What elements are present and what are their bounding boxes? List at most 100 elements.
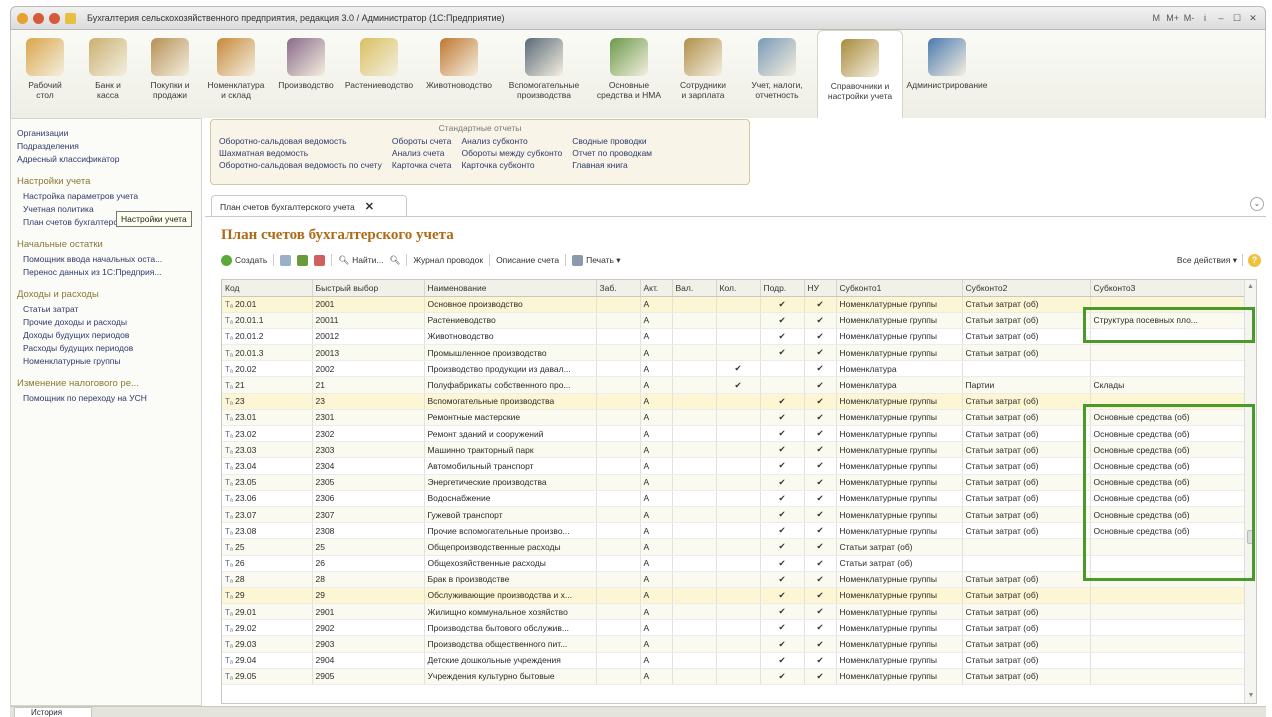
window-control-1[interactable]: M+: [1166, 13, 1179, 23]
table-row[interactable]: Tₐ 21 21 Полуфабрикаты собственного про...…: [222, 376, 1247, 394]
history-button[interactable]: История: [14, 707, 92, 717]
tab-chart-of-accounts[interactable]: План счетов бухгалтерского учета ✕: [211, 195, 407, 217]
table-row[interactable]: Tₐ 23 23 Вспомогательные производства А ✔ ✔ Но…: [222, 393, 1247, 410]
report-link[interactable]: Отчет по проводкам: [572, 147, 652, 159]
accounts-table[interactable]: Код Быстрый выбор Наименование Заб. Акт. Вал.…: [221, 279, 1257, 704]
close-icon[interactable]: ✕: [365, 200, 374, 213]
journal-button[interactable]: Журнал проводок: [413, 255, 483, 265]
section-books[interactable]: Справочники и настройки учета: [817, 30, 903, 118]
table-row[interactable]: Tₐ 26 26 Общехозяйственные расходы А ✔ ✔ Стать…: [222, 555, 1247, 572]
section-employees[interactable]: Сотрудники и зарплата: [669, 30, 737, 118]
column-header[interactable]: НУ: [804, 280, 837, 297]
scroll-thumb[interactable]: [1247, 530, 1254, 544]
table-row[interactable]: Tₐ 23.08 2308 Прочие вспомогательные произ…: [222, 522, 1247, 540]
nav-item[interactable]: Номенклатурные группы: [17, 355, 195, 368]
edit-icon[interactable]: [297, 254, 309, 266]
column-header[interactable]: Подр.: [760, 280, 805, 297]
table-row[interactable]: Tₐ 25 25 Общепроизводственные расходы А ✔ ✔ Ст…: [222, 538, 1247, 556]
nav-item[interactable]: Помощник ввода начальных оста...: [17, 253, 195, 266]
report-link[interactable]: Обороты счета: [392, 135, 452, 147]
help-icon[interactable]: ?: [1248, 253, 1261, 267]
nav-item[interactable]: Настройка параметров учета: [17, 190, 195, 203]
table-row[interactable]: Tₐ 20.02 2002 Производство продукции из да…: [222, 360, 1247, 378]
copy-icon[interactable]: [280, 254, 292, 266]
column-header[interactable]: Код: [222, 280, 313, 297]
section-truck[interactable]: Покупки и продажи: [141, 30, 199, 118]
all-actions-button[interactable]: Все действия ▾: [1177, 255, 1237, 266]
section-wheat[interactable]: Растениеводство: [339, 30, 419, 118]
nav-item[interactable]: Доходы будущих периодов: [17, 329, 195, 342]
nav-item[interactable]: Прочие доходы и расходы: [17, 316, 195, 329]
back-icon[interactable]: [33, 12, 44, 24]
find-button[interactable]: 🔍︎ Найти...: [338, 255, 383, 266]
section-warehouse[interactable]: Номенклатура и склад: [199, 30, 273, 118]
nav-item[interactable]: Подразделения: [17, 140, 195, 153]
column-header[interactable]: Быстрый выбор: [312, 280, 425, 297]
chevron-down-icon[interactable]: ⌄: [1250, 197, 1264, 211]
window-control-0[interactable]: M: [1150, 13, 1162, 23]
window-control-5[interactable]: ☐: [1231, 13, 1243, 24]
nav-item[interactable]: Помощник по переходу на УСН: [17, 392, 195, 405]
table-row[interactable]: Tₐ 29 29 Обслуживающие производства и х...…: [222, 587, 1247, 605]
table-row[interactable]: Tₐ 20.01.3 20013 Промышленное производство…: [222, 344, 1247, 362]
column-header[interactable]: Акт.: [640, 280, 673, 297]
report-link[interactable]: Анализ субконто: [461, 135, 562, 147]
report-link[interactable]: Оборотно-сальдовая ведомость: [219, 135, 382, 147]
report-link[interactable]: Главная книга: [572, 159, 652, 171]
report-link[interactable]: Обороты между субконто: [461, 147, 562, 159]
nav-item[interactable]: Организации: [17, 127, 195, 140]
table-row[interactable]: Tₐ 23.03 2303 Машинно тракторный парк А ✔ ✔ Но…: [222, 441, 1247, 459]
report-link[interactable]: Сводные проводки: [572, 135, 652, 147]
table-row[interactable]: Tₐ 29.04 2904 Детские дошкольные учреждени…: [222, 652, 1247, 669]
app-logo-icon[interactable]: [17, 12, 28, 24]
nav-item[interactable]: Расходы будущих периодов: [17, 342, 195, 355]
report-link[interactable]: Карточка счета: [392, 159, 452, 171]
print-button[interactable]: Печать ▾: [572, 254, 621, 266]
nav-item[interactable]: Статьи затрат: [17, 303, 195, 316]
column-header[interactable]: Заб.: [596, 280, 641, 297]
table-row[interactable]: Tₐ 23.02 2302 Ремонт зданий и сооружений А ✔…: [222, 425, 1247, 443]
table-row[interactable]: Tₐ 23.06 2306 Водоснабжение А ✔ ✔ Номенклатурн…: [222, 490, 1247, 507]
create-button[interactable]: Создать: [221, 254, 267, 266]
table-row[interactable]: Tₐ 29.05 2905 Учреждения культурно бытовые…: [222, 668, 1247, 686]
section-tax[interactable]: Учет, налоги, отчетность: [737, 30, 817, 118]
table-row[interactable]: Tₐ 28 28 Брак в производстве А ✔ ✔ Номенклатур…: [222, 571, 1247, 588]
window-control-2[interactable]: M-: [1183, 13, 1195, 23]
section-tractor[interactable]: Вспомогательные производства: [499, 30, 589, 118]
favorites-star-icon[interactable]: [65, 12, 76, 24]
table-row[interactable]: Tₐ 23.04 2304 Автомобильный транспорт А ✔ ✔ Но…: [222, 457, 1247, 475]
delete-icon[interactable]: [314, 254, 326, 266]
account-description-button[interactable]: Описание счета: [496, 255, 559, 265]
table-row[interactable]: Tₐ 20.01 2001 Основное производство А ✔ ✔ Номе…: [222, 296, 1247, 313]
column-header[interactable]: Кол.: [716, 280, 761, 297]
table-row[interactable]: Tₐ 23.05 2305 Энергетические производства А…: [222, 474, 1247, 491]
table-row[interactable]: Tₐ 29.03 2903 Производства общественного п…: [222, 635, 1247, 653]
section-desk[interactable]: Рабочий стол: [15, 30, 75, 118]
scroll-down-icon[interactable]: ▼: [1245, 689, 1256, 703]
column-header[interactable]: Вал.: [672, 280, 717, 297]
nav-group-title[interactable]: Изменение налогового ре...: [17, 378, 195, 389]
section-cow[interactable]: Животноводство: [419, 30, 499, 118]
window-control-6[interactable]: ✕: [1247, 13, 1259, 24]
report-link[interactable]: Шахматная ведомость: [219, 147, 382, 159]
table-row[interactable]: Tₐ 29.02 2902 Производства бытового обслуж…: [222, 619, 1247, 637]
window-control-4[interactable]: –: [1215, 13, 1227, 23]
section-factory[interactable]: Производство: [273, 30, 339, 118]
section-fixed-assets[interactable]: Основные средства и НМА: [589, 30, 669, 118]
column-header[interactable]: Наименование: [424, 280, 597, 297]
nav-group-title[interactable]: Начальные остатки: [17, 239, 195, 250]
window-control-3[interactable]: i: [1199, 13, 1211, 23]
section-admin[interactable]: Администрирование: [903, 30, 991, 118]
table-row[interactable]: Tₐ 29.01 2901 Жилищно коммунальное хозяйст…: [222, 603, 1247, 621]
report-link[interactable]: Анализ счета: [392, 147, 452, 159]
column-header[interactable]: Субконто2: [962, 280, 1091, 297]
column-header[interactable]: Субконто3: [1090, 280, 1247, 297]
vertical-scrollbar[interactable]: ▲ ▼: [1244, 280, 1256, 703]
column-header[interactable]: Субконто1: [836, 280, 963, 297]
cancel-search-icon[interactable]: 🔍︎: [389, 255, 400, 266]
forward-icon[interactable]: [49, 12, 60, 24]
nav-item[interactable]: Перенос данных из 1С:Предприя...: [17, 266, 195, 279]
scroll-up-icon[interactable]: ▲: [1245, 280, 1256, 294]
report-link[interactable]: Оборотно-сальдовая ведомость по счету: [219, 159, 382, 171]
table-row[interactable]: Tₐ 20.01.2 20012 Животноводство А ✔ ✔ Номенкла…: [222, 328, 1247, 346]
